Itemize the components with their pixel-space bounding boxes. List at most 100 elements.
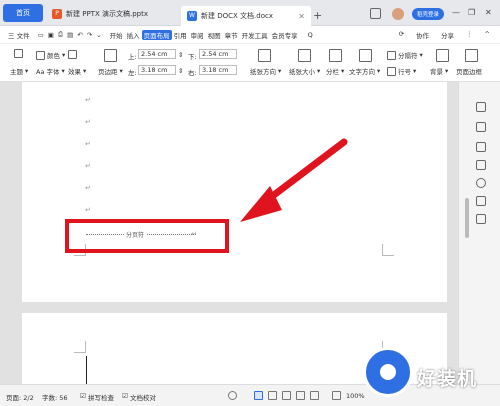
tab-pptx[interactable]: P 新建 PPTX 演示文稿.pptx	[46, 5, 178, 23]
edit-icon[interactable]	[476, 122, 486, 132]
close-tab-icon[interactable]: ✕	[298, 12, 305, 21]
menu-file[interactable]: 三 文件	[6, 30, 32, 40]
colors-button[interactable]: 颜色 ▾	[36, 50, 65, 60]
menu-start[interactable]: 开始	[108, 30, 125, 40]
theme-icon[interactable]	[14, 49, 23, 58]
right-sidebar	[458, 82, 500, 384]
zoom-level[interactable]: 100%	[346, 392, 365, 400]
new-tab-button[interactable]: +	[313, 9, 322, 22]
text-direction-icon[interactable]	[359, 49, 372, 62]
restore-icon[interactable]: ❐	[468, 8, 475, 17]
break-icon	[387, 50, 396, 60]
pin-icon[interactable]	[476, 102, 486, 112]
sync-icon[interactable]: ⟳	[397, 30, 406, 40]
vertical-scrollbar[interactable]	[465, 198, 469, 238]
fit-page-icon[interactable]	[332, 391, 341, 400]
pointer-icon[interactable]	[476, 142, 486, 152]
line-number-button[interactable]: 行号 ▾	[387, 66, 416, 76]
folder-icon[interactable]: ▭	[36, 31, 46, 39]
print-icon[interactable]: ⎙	[56, 30, 65, 39]
window-layout-icon[interactable]	[370, 8, 381, 19]
background-button[interactable]: 背景 ▾	[430, 66, 448, 76]
effects-icon[interactable]	[68, 50, 77, 59]
columns-button[interactable]: 分栏 ▾	[326, 66, 344, 76]
menu-view[interactable]: 视图	[206, 30, 223, 40]
margins-button[interactable]: 页边距 ▾	[98, 66, 123, 76]
columns-icon[interactable]	[329, 49, 342, 62]
eye-icon[interactable]	[228, 391, 237, 400]
theme-button[interactable]: 主题 ▾	[10, 66, 28, 76]
help-icon[interactable]	[476, 178, 486, 188]
bottom-margin-label: 下:	[188, 53, 197, 61]
avatar[interactable]	[392, 8, 404, 20]
check-icon: ☑	[80, 392, 86, 400]
break-label: 分隔符	[398, 52, 418, 60]
search-icon[interactable]: Q	[306, 31, 315, 39]
outline-view-icon[interactable]	[268, 391, 277, 400]
close-window-icon[interactable]: ✕	[485, 8, 492, 17]
size-icon[interactable]	[298, 49, 311, 62]
paragraph-mark: ↵	[85, 184, 91, 192]
page-1[interactable]: ↵ ↵ ↵ ↵ ↵ ↵ 分页符 ↵	[22, 82, 447, 302]
spell-check-button[interactable]: 拼写检查	[88, 392, 114, 402]
proofread-button[interactable]: 文档校对	[130, 392, 156, 402]
watermark-text: 好装机	[417, 368, 478, 390]
web-view-icon[interactable]	[296, 391, 305, 400]
more-icon[interactable]: ⌄	[94, 31, 103, 39]
left-margin-input[interactable]: 3.18 cm	[138, 65, 176, 75]
page-border-label: 页面边框	[456, 68, 482, 76]
menu-developer[interactable]: 开发工具	[240, 30, 270, 40]
text-direction-button[interactable]: 文字方向 ▾	[349, 66, 380, 76]
paragraph-mark: ↵	[85, 162, 91, 170]
menu-member[interactable]: 会员专享	[270, 30, 300, 40]
settings-sliders-icon[interactable]	[476, 160, 486, 170]
top-margin-input[interactable]: 2.54 cm	[138, 49, 176, 59]
title-bar: 首页 P 新建 PPTX 演示文稿.pptx W 新建 DOCX 文档.docx…	[0, 0, 500, 26]
break-button[interactable]: 分隔符 ▾	[387, 50, 423, 60]
preview-icon[interactable]: ▤	[65, 31, 75, 39]
write-icon[interactable]	[310, 391, 319, 400]
location-icon[interactable]	[476, 196, 486, 206]
effects-button[interactable]: 效果 ▾	[68, 66, 86, 76]
tab-docx[interactable]: W 新建 DOCX 文档.docx ✕	[181, 6, 311, 26]
document-canvas[interactable]: ↵ ↵ ↵ ↵ ↵ ↵ 分页符 ↵	[0, 82, 458, 384]
share-button[interactable]: 分享	[439, 30, 456, 40]
page-view-icon[interactable]	[254, 391, 263, 400]
stepper-icon[interactable]: ⇕	[178, 67, 183, 75]
menu-references[interactable]: 引用	[172, 30, 189, 40]
menu-insert[interactable]: 插入	[125, 30, 142, 40]
tab-home[interactable]: 首页	[3, 4, 43, 22]
save-icon[interactable]: ▣	[46, 31, 56, 39]
menu-review[interactable]: 审阅	[189, 30, 206, 40]
font-button[interactable]: Aa 字体 ▾	[36, 66, 65, 76]
margins-icon[interactable]	[104, 49, 117, 62]
right-margin-label: 右:	[188, 69, 197, 77]
bottom-margin-input[interactable]: 2.54 cm	[199, 49, 237, 59]
redo-icon[interactable]: ↷	[85, 31, 94, 39]
tab-pptx-label: 新建 PPTX 演示文稿.pptx	[66, 10, 148, 18]
page-border-button[interactable]: 页面边框	[456, 66, 482, 76]
undo-icon[interactable]: ↶	[75, 31, 84, 39]
collab-button[interactable]: 协作	[414, 30, 431, 40]
background-icon[interactable]	[436, 49, 449, 62]
minimize-icon[interactable]: —	[452, 8, 460, 17]
orientation-label: 纸张方向	[250, 68, 276, 76]
backup-icon[interactable]	[476, 214, 486, 224]
word-count[interactable]: 字数: 56	[42, 392, 68, 402]
stepper-icon[interactable]: ⇕	[178, 51, 183, 59]
size-button[interactable]: 纸张大小 ▾	[289, 66, 320, 76]
page-border-icon[interactable]	[465, 49, 478, 62]
right-margin-input[interactable]: 3.18 cm	[199, 65, 237, 75]
collapse-ribbon-icon[interactable]: ^	[483, 30, 492, 40]
orientation-button[interactable]: 纸张方向 ▾	[250, 66, 281, 76]
paragraph-mark: ↵	[85, 140, 91, 148]
menu-chapter[interactable]: 章节	[223, 30, 240, 40]
background-label: 背景	[430, 68, 443, 76]
ribbon-page-layout: 主题 ▾ 颜色 ▾ Aa 字体 ▾ 效果 ▾ 页边距 ▾ 上: 2.54 cm ⇕ 下: …	[0, 44, 500, 82]
login-button[interactable]: 稻壳登录	[412, 8, 444, 20]
menu-page-layout[interactable]: 页面布局	[141, 29, 172, 40]
docx-icon: W	[187, 11, 197, 21]
reading-view-icon[interactable]	[282, 391, 291, 400]
orientation-icon[interactable]	[258, 49, 271, 62]
overflow-icon[interactable]: ⋮	[464, 30, 475, 40]
